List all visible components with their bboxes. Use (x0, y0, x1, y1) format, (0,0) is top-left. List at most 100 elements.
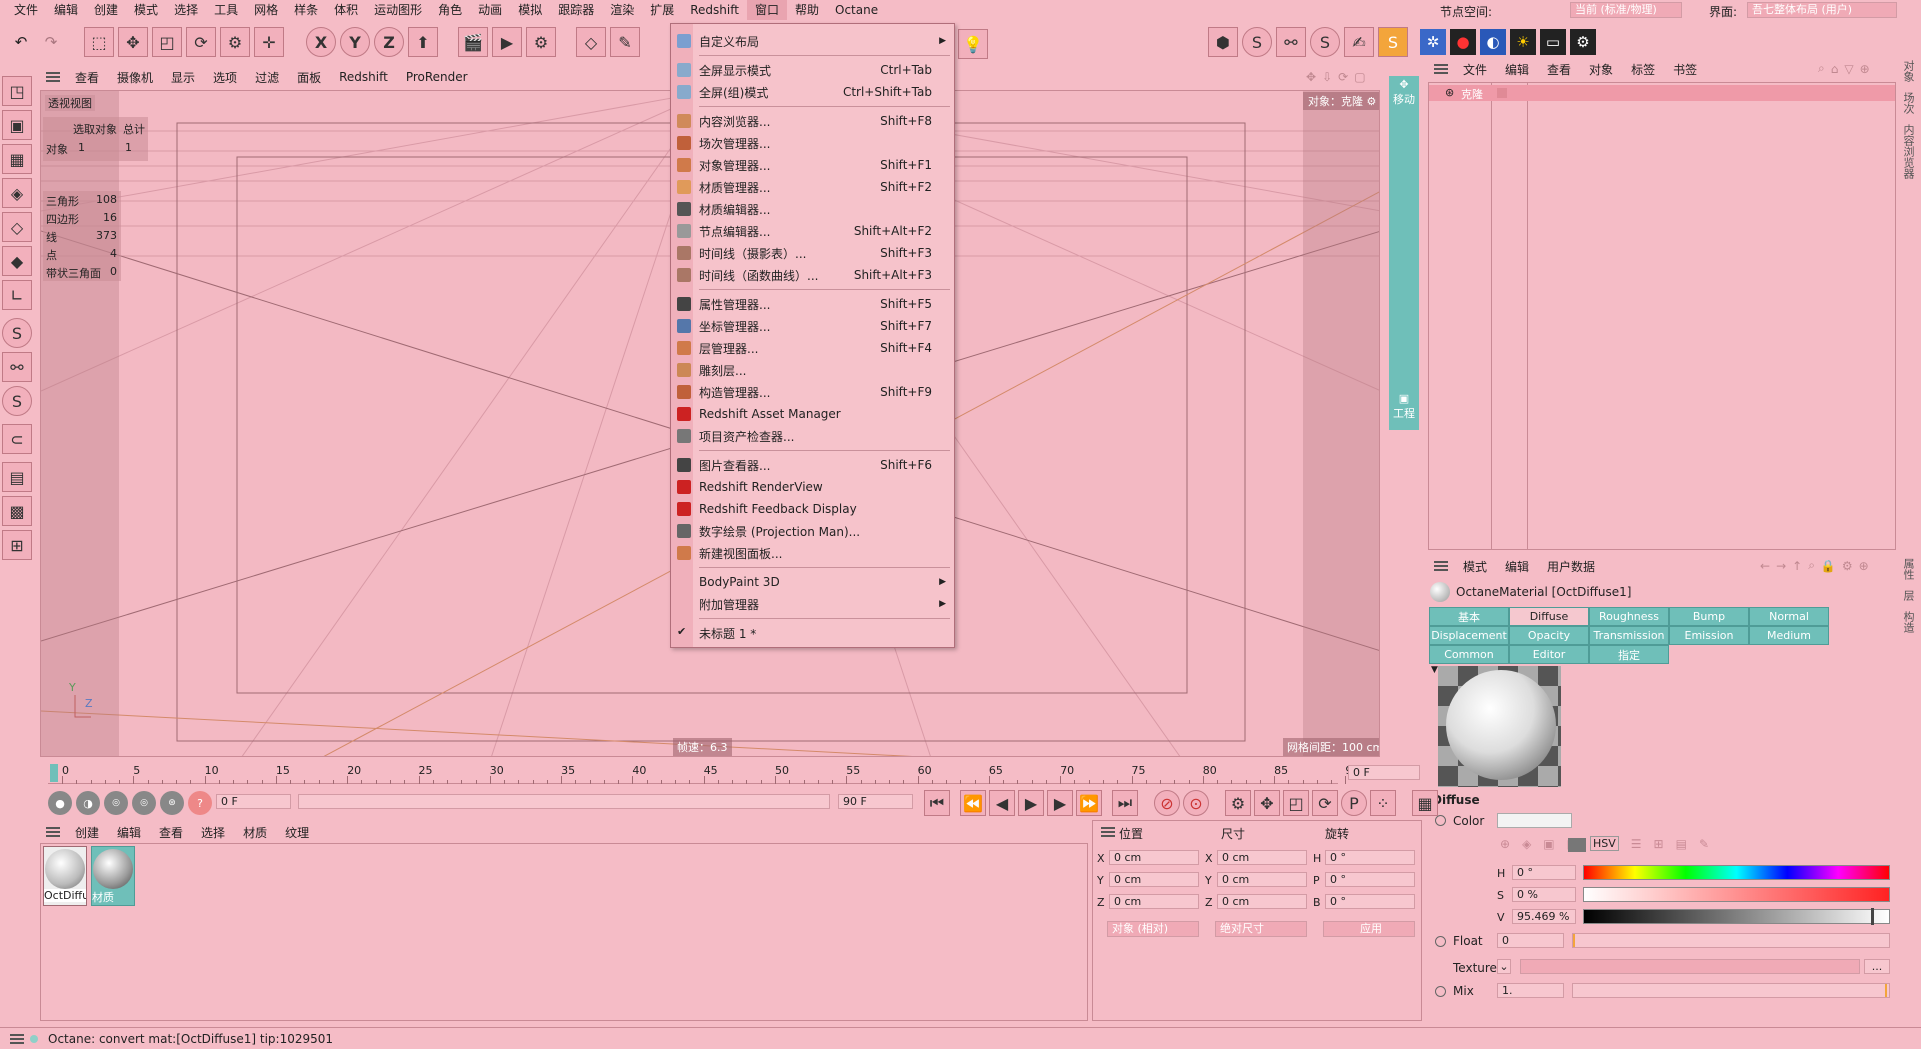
window-menu-item[interactable]: Redshift RenderView (671, 476, 954, 498)
window-menu-item[interactable]: 时间线（摄影表）... Shift+F3 (671, 242, 954, 264)
transform-tool-icon[interactable]: ✛ (254, 27, 284, 57)
object-mode-icon[interactable]: ▣ (2, 110, 32, 140)
float-slider[interactable] (1572, 933, 1890, 948)
mix-slider[interactable] (1572, 983, 1890, 998)
material-menu-item-2[interactable]: 查看 (150, 824, 192, 841)
viewport-menu-item-7[interactable]: ProRender (397, 70, 477, 84)
model-mode-icon[interactable]: ◳ (2, 76, 32, 106)
viewport-menu-item-3[interactable]: 选项 (204, 69, 246, 86)
size-mode-select[interactable]: 绝对尺寸 (1215, 921, 1307, 937)
material-thumb-default[interactable]: 材质 (91, 846, 135, 906)
object-menu-item-4[interactable]: 标签 (1622, 61, 1664, 78)
viewport-menu-item-5[interactable]: 面板 (288, 69, 330, 86)
lock-icon[interactable]: 🔒 (1821, 559, 1836, 573)
project-palette-button[interactable]: ▣ 工程 (1389, 392, 1419, 421)
window-menu-item[interactable]: 场次管理器... (671, 132, 954, 154)
menu-16[interactable]: Redshift (682, 0, 747, 20)
key-all-icon[interactable]: ⚙ (1225, 790, 1251, 816)
window-menu-item[interactable]: 新建视图面板... (671, 542, 954, 564)
window-menu-item[interactable]: 全屏(组)模式 Ctrl+Shift+Tab (671, 81, 954, 103)
coordinate-value-field[interactable]: 0 ° (1325, 850, 1415, 865)
magnet-icon[interactable]: ⊂ (2, 424, 32, 454)
side-tab[interactable]: 属性 (1900, 558, 1916, 580)
dolly-icon[interactable]: ⇩ (1322, 70, 1332, 84)
menu-0[interactable]: 文件 (6, 0, 46, 20)
grid-snap-icon[interactable]: ⊞ (2, 530, 32, 560)
object-menu-item-3[interactable]: 对象 (1580, 61, 1622, 78)
material-menu-item-5[interactable]: 纹理 (276, 824, 318, 841)
coordinate-value-field[interactable]: 0 cm (1217, 872, 1307, 887)
octane-gear-icon[interactable]: ⚙ (1570, 29, 1596, 55)
object-manager-menu-icon[interactable] (1434, 64, 1448, 74)
window-menu-item[interactable]: 对象管理器... Shift+F1 (671, 154, 954, 176)
frame-range-slider[interactable] (298, 794, 830, 809)
render-region-icon[interactable]: 🎬 (458, 27, 488, 57)
menu-14[interactable]: 渲染 (602, 0, 642, 20)
window-menu-item[interactable]: 数字绘景 (Projection Man)... (671, 520, 954, 542)
color-spectrum-icon[interactable]: ◈ (1522, 837, 1531, 851)
side-tab[interactable]: 层 (1900, 590, 1916, 601)
menu-1[interactable]: 编辑 (46, 0, 86, 20)
end-frame-field[interactable]: 90 F (838, 794, 913, 809)
edge-mode-icon[interactable]: ◇ (2, 212, 32, 242)
color-picker-icon[interactable]: ▣ (1543, 837, 1554, 851)
saturation-slider[interactable] (1583, 887, 1890, 902)
play-icon[interactable]: ▶ (1018, 790, 1044, 816)
color-mixer-icon[interactable]: ⊞ (1654, 837, 1664, 851)
eyedropper-icon[interactable]: ✎ (1699, 837, 1709, 851)
side-tab[interactable]: 构造 (1900, 611, 1916, 633)
viewport-menu-item-0[interactable]: 查看 (66, 69, 108, 86)
float-value-field[interactable]: 0 (1497, 933, 1564, 948)
menu-8[interactable]: 体积 (326, 0, 366, 20)
add-icon[interactable]: ⊕ (1860, 62, 1870, 76)
attribute-tab[interactable]: Normal (1749, 607, 1829, 626)
layout-select[interactable]: 吾七整体布局 (用户) (1747, 2, 1897, 18)
window-menu-item[interactable]: 全屏显示模式 Ctrl+Tab (671, 59, 954, 81)
redshift-material-icon[interactable]: S (1310, 27, 1340, 57)
attribute-manager-menu-icon[interactable] (1434, 561, 1448, 571)
viewport-menu-item-4[interactable]: 过滤 (246, 69, 288, 86)
redshift-node-icon[interactable]: ⚯ (2, 352, 32, 382)
window-menu-item[interactable]: 材质管理器... Shift+F2 (671, 176, 954, 198)
collapse-arrow-icon[interactable]: ▼ (1431, 665, 1438, 675)
coordinate-value-field[interactable]: 0 ° (1325, 894, 1415, 909)
visibility-dot-icon[interactable] (1497, 88, 1507, 98)
octane-settings-icon[interactable]: ✲ (1420, 29, 1446, 55)
pan-icon[interactable]: ✥ (1306, 70, 1316, 84)
render-settings-icon[interactable]: ⚙ (526, 27, 556, 57)
key-mode-icon[interactable]: ⊛ (160, 791, 184, 815)
home-icon[interactable]: ⌂ (1831, 62, 1839, 76)
object-badge-gear-icon[interactable]: ⚙ (1367, 95, 1377, 108)
coordinate-value-field[interactable]: 0 cm (1217, 850, 1307, 865)
window-menu-item[interactable]: 构造管理器... Shift+F9 (671, 381, 954, 403)
menu-11[interactable]: 动画 (470, 0, 510, 20)
filter-icon[interactable]: ▽ (1844, 62, 1853, 76)
coordinate-value-field[interactable]: 0 ° (1325, 872, 1415, 887)
window-menu-item[interactable]: Redshift Asset Manager (671, 403, 954, 425)
next-frame-icon[interactable]: ▶ (1047, 790, 1073, 816)
node-space-select[interactable]: 当前 (标准/物理) (1570, 2, 1682, 18)
attribute-menu-item-1[interactable]: 编辑 (1496, 558, 1538, 575)
redshift-tag-icon[interactable]: S (2, 386, 32, 416)
window-menu-item[interactable]: 自定义布局 ▶ (671, 30, 954, 52)
attribute-tab[interactable]: 指定 (1589, 645, 1669, 664)
rotate-tool-icon[interactable]: ⟳ (186, 27, 216, 57)
attribute-tab[interactable]: Transmission (1589, 626, 1669, 645)
menu-10[interactable]: 角色 (430, 0, 470, 20)
texture-mode-icon[interactable]: ▦ (2, 144, 32, 174)
color-image-icon[interactable]: ▤ (1676, 837, 1687, 851)
material-menu-item-3[interactable]: 选择 (192, 824, 234, 841)
point-mode-icon[interactable]: ◈ (2, 178, 32, 208)
redo-icon[interactable]: ↷ (38, 29, 64, 55)
select-tool-icon[interactable]: ⬚ (84, 27, 114, 57)
playhead[interactable] (50, 764, 58, 782)
window-menu-item[interactable]: 属性管理器... Shift+F5 (671, 293, 954, 315)
octane-texture-icon[interactable]: ▭ (1540, 29, 1566, 55)
record-help-icon[interactable]: ? (188, 791, 212, 815)
key-pla-icon[interactable]: ⁘ (1370, 790, 1396, 816)
attr-search-icon[interactable]: ⌕ (1808, 558, 1815, 573)
goto-start-icon[interactable]: ⏮ (924, 790, 950, 816)
menu-2[interactable]: 创建 (86, 0, 126, 20)
window-menu-item[interactable]: 时间线（函数曲线）... Shift+Alt+F3 (671, 264, 954, 286)
texture-dropdown-arrow-icon[interactable]: ⌄ (1497, 959, 1511, 974)
